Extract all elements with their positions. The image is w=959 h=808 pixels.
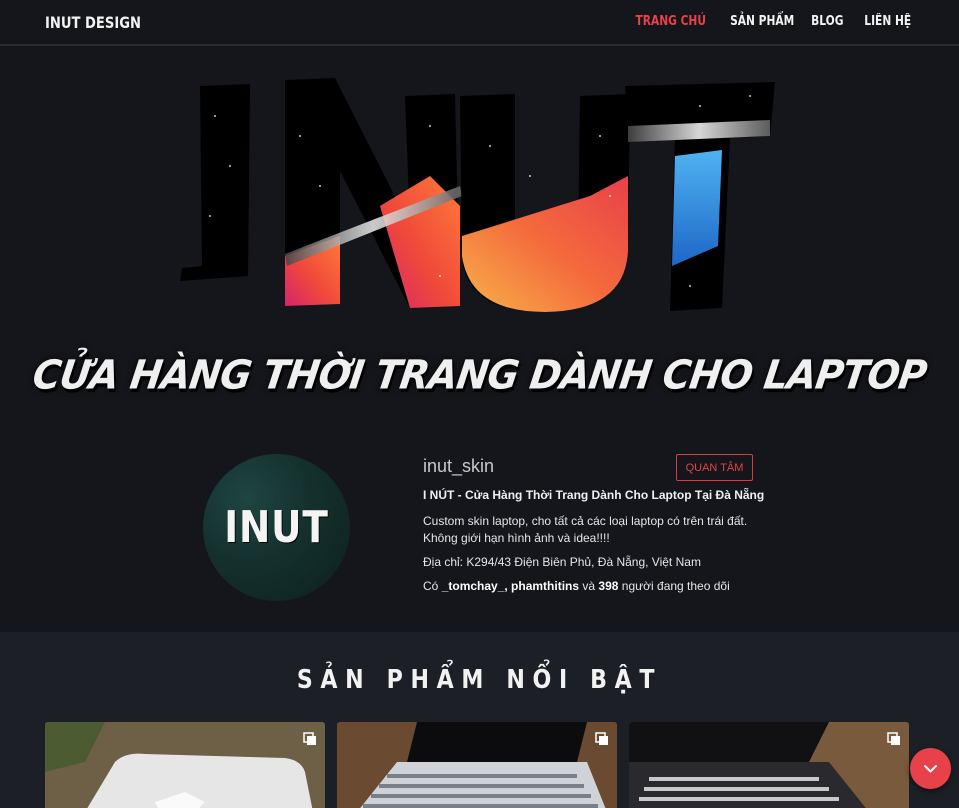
- followers-suffix: người đang theo dõi: [618, 579, 730, 593]
- logo-letter-i: [180, 84, 250, 281]
- nav-link-blog[interactable]: BLOG: [811, 14, 843, 29]
- hero-logo-inut: [180, 78, 775, 312]
- profile-followers: Có _tomchay_, phamthitins và 398 người đ…: [423, 579, 730, 593]
- followers-count: 398: [598, 579, 619, 593]
- nav-links: TRANG CHỦ SẢN PHẨM BLOG LIÊN HỆ: [620, 14, 911, 29]
- multiple-images-icon: [595, 732, 608, 745]
- profile-description: Custom skin laptop, cho tất cả các loại …: [423, 513, 783, 547]
- multiple-images-icon: [887, 732, 900, 745]
- followers-prefix: Có: [423, 579, 442, 593]
- profile-description-line1: Custom skin laptop, cho tất cả các loại …: [423, 514, 748, 528]
- product-card[interactable]: [45, 722, 325, 808]
- profile-username[interactable]: inut_skin: [423, 456, 494, 477]
- followers-mid: và: [579, 579, 599, 593]
- multiple-images-icon: [303, 732, 316, 745]
- profile-avatar[interactable]: INUT: [203, 454, 350, 601]
- hero-section: CỬA HÀNG THỜI TRANG DÀNH CHO LAPTOP INUT…: [0, 46, 959, 632]
- product-card[interactable]: [629, 722, 909, 808]
- hero-slogan: CỬA HÀNG THỜI TRANG DÀNH CHO LAPTOP: [29, 351, 930, 399]
- navbar: INUT DESIGN TRANG CHỦ SẢN PHẨM BLOG LIÊN…: [0, 0, 959, 46]
- profile-address: Địa chỉ: K294/43 Điện Biên Phủ, Đà Nẵng,…: [423, 555, 701, 569]
- product-image: [337, 722, 617, 808]
- follow-button[interactable]: QUAN TÂM: [676, 454, 753, 481]
- profile-title: I NÚT - Cửa Hàng Thời Trang Dành Cho Lap…: [423, 488, 765, 502]
- product-image: [629, 722, 909, 808]
- profile-description-line2: Không giới hạn hình ảnh và idea!!!!: [423, 531, 610, 545]
- product-card[interactable]: [337, 722, 617, 808]
- avatar-logo-text: INUT: [224, 502, 329, 553]
- nav-link-products[interactable]: SẢN PHẨM: [730, 14, 794, 29]
- featured-section: SẢN PHẨM NỔI BẬT: [0, 632, 959, 808]
- product-image: [45, 722, 325, 808]
- nav-link-contact[interactable]: LIÊN HỆ: [864, 14, 911, 29]
- featured-title: SẢN PHẨM NỔI BẬT: [296, 665, 663, 695]
- nav-link-home[interactable]: TRANG CHỦ: [636, 14, 707, 29]
- followers-names[interactable]: _tomchay_, phamthitins: [442, 579, 579, 593]
- brand-logo[interactable]: INUT DESIGN: [45, 13, 141, 32]
- chevron-down-icon: [924, 765, 937, 773]
- scroll-down-button[interactable]: [910, 748, 951, 789]
